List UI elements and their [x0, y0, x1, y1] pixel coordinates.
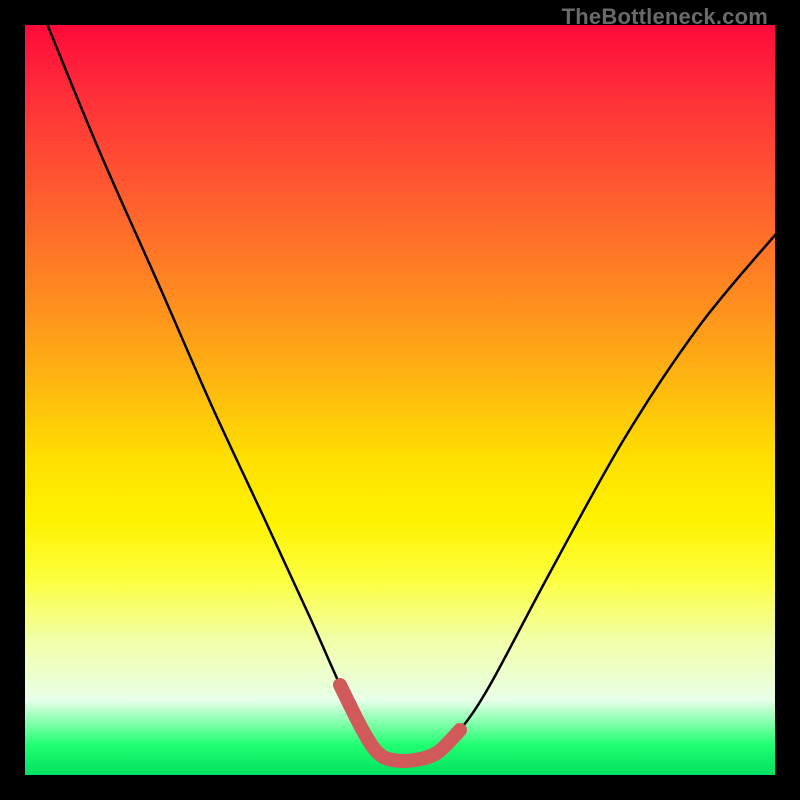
chart-container: TheBottleneck.com: [0, 0, 800, 800]
highlight-path: [340, 685, 460, 761]
watermark-text: TheBottleneck.com: [562, 4, 768, 30]
plot-area: [25, 25, 775, 775]
chart-svg: [25, 25, 775, 775]
curve-path: [48, 25, 776, 761]
